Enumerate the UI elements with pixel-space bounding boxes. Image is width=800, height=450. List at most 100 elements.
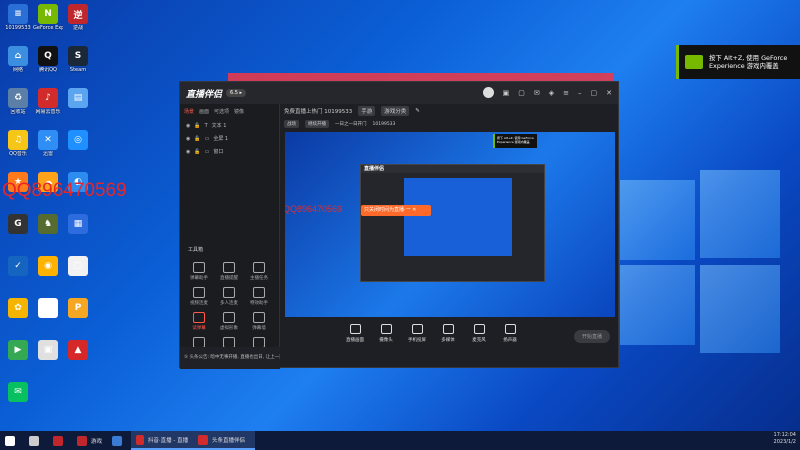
nested-logo: 直播伴侣: [361, 165, 544, 173]
tool-icon: [223, 287, 235, 298]
app-icon: ✿: [8, 298, 28, 318]
desktop-icon[interactable]: ♫ QQ音乐: [3, 130, 33, 157]
desktop-icon[interactable]: S Steam: [63, 46, 93, 73]
control-button[interactable]: 手机投屏: [404, 324, 430, 343]
gift-icon[interactable]: ▣: [503, 89, 510, 97]
taskbar-app[interactable]: 头条直播伴侣: [193, 431, 256, 450]
maximize-icon[interactable]: ▢: [591, 89, 598, 97]
watermark-text: QQ896470569: [2, 180, 127, 201]
desktop-icon[interactable]: ▦: [63, 214, 93, 235]
taskbar-item[interactable]: [48, 431, 72, 450]
geforce-notification[interactable]: 按下 Alt+Z, 使用 GeForce Experience 游戏内覆盖: [676, 45, 800, 79]
tab-scene[interactable]: 场景: [184, 108, 194, 115]
title-bar[interactable]: 直播伴侣 6.5 ▸ ▣ ▢ ✉ ◈ ≡ – ▢ ✕: [180, 82, 618, 104]
live-companion-window[interactable]: 直播伴侣 6.5 ▸ ▣ ▢ ✉ ◈ ≡ – ▢ ✕ 场景 画面 可选项 镜像 …: [179, 81, 619, 369]
room-info: 免费直播上热门 10199533 手游 游戏分类 ✎ 战场 继续开播 一日之一日…: [284, 106, 614, 128]
desktop-icon[interactable]: ♻ 回收站: [3, 88, 33, 115]
lock-icon[interactable]: 🔓: [194, 123, 200, 129]
taskbar-app[interactable]: 抖音·直播 - 直播伴侣: [131, 431, 194, 450]
control-button[interactable]: 直播画面: [342, 324, 368, 343]
desktop-icon[interactable]: ▶: [3, 340, 33, 361]
desktop-icon-label: 回收站: [10, 109, 26, 115]
source-item[interactable]: ◉ 🔓 ▭ 全屏 1: [180, 132, 279, 145]
control-button[interactable]: 摄像头: [373, 324, 399, 343]
desktop-icon[interactable]: ✍: [33, 298, 63, 319]
start-live-button[interactable]: 开始直播: [573, 330, 610, 343]
control-icon: [349, 324, 361, 334]
version-badge[interactable]: 6.5 ▸: [226, 89, 247, 97]
lock-icon[interactable]: 🔓: [194, 136, 200, 142]
tool-item[interactable]: 直播提醒: [214, 262, 244, 281]
row2-item[interactable]: 战场: [284, 120, 299, 128]
desktop-icon[interactable]: Q 腾讯QQ: [33, 46, 63, 73]
taskbar-icon: [29, 435, 39, 446]
control-bar: 直播画面 摄像头 手机投屏 多媒体 麦克风 扬声器 开始直播: [284, 320, 618, 366]
taskbar-item[interactable]: [107, 431, 131, 450]
desktop-icon[interactable]: ✓: [3, 256, 33, 277]
tool-item[interactable]: 虚拟形象: [214, 312, 244, 331]
desktop-icon[interactable]: ▢: [63, 256, 93, 277]
close-icon[interactable]: ✕: [606, 89, 612, 97]
eye-icon[interactable]: ◉: [186, 149, 190, 155]
taskbar-item[interactable]: 游戏: [72, 431, 107, 450]
taskbar-item[interactable]: [0, 431, 24, 450]
desktop-icon[interactable]: ◎: [63, 130, 93, 151]
taskbar-item[interactable]: [24, 431, 48, 450]
desktop-icon[interactable]: ♞: [33, 214, 63, 235]
tool-item[interactable]: 读弹幕: [184, 312, 214, 331]
taskbar-icon: [5, 435, 15, 446]
announcement-bar[interactable]: ⑤ 头条公告: 暗中无事开播, 直播也出日, 让上一家: [180, 347, 280, 369]
app-icon: ▣: [38, 340, 58, 360]
system-clock[interactable]: 17:12:04 2023/1/2: [774, 432, 796, 446]
tool-item[interactable]: 弹幕墙: [244, 312, 274, 331]
tab-screen[interactable]: 画面: [199, 108, 209, 115]
skin-icon[interactable]: ◈: [549, 89, 554, 97]
desktop-icon[interactable]: ▣: [33, 340, 63, 361]
desktop-icon[interactable]: ♪ 网易云音乐: [33, 88, 63, 115]
desktop-icon[interactable]: ◉: [33, 256, 63, 277]
tab-options[interactable]: 可选项: [214, 108, 229, 115]
preview-canvas[interactable]: QQ896470569 按下 Alt+Z, 使用 GeForce Experie…: [285, 132, 615, 317]
desktop-icon[interactable]: ▲: [63, 340, 93, 361]
lock-icon[interactable]: 🔓: [194, 149, 200, 155]
avatar[interactable]: [482, 87, 494, 98]
control-button[interactable]: 扬声器: [497, 324, 523, 343]
eye-icon[interactable]: ◉: [186, 123, 190, 129]
tool-item[interactable]: 视频连麦: [184, 287, 214, 306]
desktop-icon[interactable]: P: [63, 298, 93, 319]
tool-item[interactable]: 弹幕助手: [184, 262, 214, 281]
desktop-icon[interactable]: ✿: [3, 298, 33, 319]
desktop-icon[interactable]: ▤: [63, 88, 93, 109]
control-label: 手机投屏: [408, 338, 426, 343]
desktop-icon[interactable]: ⌂ 网络: [3, 46, 33, 73]
source-item[interactable]: ◉ 🔓 ▭ 窗口: [180, 145, 279, 158]
control-button[interactable]: 多媒体: [435, 324, 461, 343]
toolbox-grid: 弹幕助手 直播提醒 主播任务视频连麦 多人连麦 特效助手读弹幕 虚拟形象 弹幕墙: [184, 262, 278, 350]
source-item[interactable]: ◉ 🔓 T 文本 1: [180, 119, 279, 132]
eye-icon[interactable]: ◉: [186, 136, 190, 142]
tool-item[interactable]: 多人连麦: [214, 287, 244, 306]
tab-mirror[interactable]: 镜像: [234, 108, 244, 115]
control-button[interactable]: 麦克风: [466, 324, 492, 343]
app-icon: ✉: [8, 382, 28, 402]
row2-item[interactable]: 继续开播: [305, 120, 329, 128]
category-button[interactable]: 游戏分类: [381, 106, 410, 116]
desktop-icon[interactable]: NGeForce Experience: [33, 4, 63, 31]
desktop-icon[interactable]: G: [3, 214, 33, 235]
desktop-icon[interactable]: ≡ 10199533: [3, 4, 33, 31]
chat-icon[interactable]: ▢: [518, 89, 525, 97]
watermark-preview: QQ896470569: [285, 204, 343, 214]
app-icon: ▲: [68, 340, 88, 360]
control-icon: [411, 324, 423, 334]
minimize-icon[interactable]: –: [578, 89, 582, 97]
desktop-icon[interactable]: ✉: [3, 382, 33, 403]
tool-item[interactable]: 特效助手: [244, 287, 274, 306]
tag-badge[interactable]: 手游: [358, 106, 376, 116]
edit-icon[interactable]: ✎: [415, 108, 420, 114]
mail-icon[interactable]: ✉: [534, 89, 540, 97]
desktop-icon[interactable]: ✕ 迅雷: [33, 130, 63, 157]
tool-item[interactable]: 主播任务: [244, 262, 274, 281]
desktop-icon-label: 逆战: [72, 25, 83, 31]
desktop-icon[interactable]: 逆逆战: [63, 4, 93, 31]
menu-icon[interactable]: ≡: [563, 89, 569, 97]
